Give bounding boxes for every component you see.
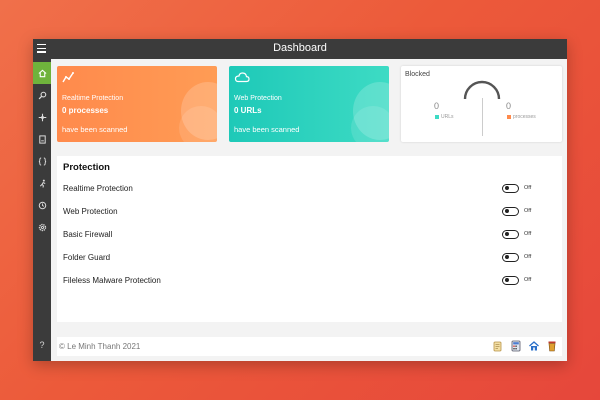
sidebar-item-activity[interactable] — [33, 172, 51, 194]
sidebar-item-files[interactable] — [33, 128, 51, 150]
protection-row: Realtime Protection Off — [63, 183, 553, 197]
calculator-icon[interactable] — [510, 340, 522, 352]
home-icon — [38, 69, 46, 77]
copyright-text: © Le Minh Thanh 2021 — [59, 342, 141, 351]
running-icon — [39, 179, 45, 188]
title-bar: Dashboard — [33, 39, 567, 59]
blocked-title: Blocked — [405, 71, 430, 78]
blocked-card: Blocked 0 URLs 0 processes — [401, 66, 562, 142]
card-label: Web Protection — [234, 95, 282, 102]
toggle-state: Off — [524, 277, 532, 283]
row-label: Realtime Protection — [63, 184, 133, 193]
web-protection-card[interactable]: Web Protection 0 URLs have been scanned — [229, 66, 389, 142]
row-label: Basic Firewall — [63, 230, 113, 239]
scroll-icon[interactable] — [492, 340, 504, 352]
card-value: 0 URLs — [234, 106, 262, 115]
protection-row: Web Protection Off — [63, 206, 553, 220]
footer: © Le Minh Thanh 2021 — [57, 337, 562, 356]
blocked-processes-legend: processes — [507, 114, 536, 120]
card-label: Realtime Protection — [62, 95, 124, 102]
toggle-state: Off — [524, 208, 532, 214]
main-content: Realtime Protection 0 processes have bee… — [51, 59, 567, 361]
protection-row: Folder Guard Off — [63, 252, 553, 266]
toggle-state: Off — [524, 254, 532, 260]
document-icon — [38, 134, 46, 144]
cloud-icon — [234, 72, 250, 83]
toggle-state: Off — [524, 185, 532, 191]
sidebar-item-settings[interactable] — [33, 216, 51, 238]
sidebar-item-search[interactable] — [33, 84, 51, 106]
protection-panel: Protection Realtime Protection Off Web P… — [57, 156, 562, 322]
realtime-protection-card[interactable]: Realtime Protection 0 processes have bee… — [57, 66, 217, 142]
sidebar-item-help[interactable]: ? — [33, 334, 51, 356]
window-title: Dashboard — [273, 42, 327, 54]
braces-icon — [38, 156, 46, 166]
sidebar-item-home[interactable] — [33, 62, 51, 84]
home-network-icon[interactable] — [528, 340, 540, 352]
protection-row: Basic Firewall Off — [63, 229, 553, 243]
row-label: Fileless Malware Protection — [63, 276, 161, 285]
basic-firewall-toggle[interactable] — [502, 230, 519, 239]
blocked-urls-legend: URLs — [435, 114, 454, 120]
folder-guard-toggle[interactable] — [502, 253, 519, 262]
divider — [482, 98, 483, 136]
blocked-processes-count: 0 — [506, 101, 512, 111]
toggle-state: Off — [524, 231, 532, 237]
move-icon — [38, 113, 46, 121]
gear-icon — [38, 223, 46, 231]
row-label: Folder Guard — [63, 253, 111, 262]
history-icon — [38, 201, 46, 209]
web-protection-toggle[interactable] — [502, 207, 519, 216]
sidebar-item-history[interactable] — [33, 194, 51, 216]
row-label: Web Protection — [63, 207, 118, 216]
sidebar-item-network[interactable] — [33, 106, 51, 128]
search-icon — [38, 91, 46, 99]
card-subtitle: have been scanned — [234, 125, 300, 134]
card-value: 0 processes — [62, 106, 109, 115]
sidebar-item-code[interactable] — [33, 150, 51, 172]
sidebar: ? — [33, 59, 51, 361]
help-icon: ? — [39, 340, 45, 350]
app-window: Dashboard ? Realtime Protection 0 proces… — [33, 39, 567, 361]
activity-chart-icon — [62, 72, 74, 83]
protection-row: Fileless Malware Protection Off — [63, 275, 553, 289]
card-subtitle: have been scanned — [62, 125, 128, 134]
panel-title: Protection — [63, 162, 110, 173]
trash-icon[interactable] — [546, 340, 558, 352]
blocked-urls-count: 0 — [434, 101, 440, 111]
fileless-malware-toggle[interactable] — [502, 276, 519, 285]
realtime-protection-toggle[interactable] — [502, 184, 519, 193]
